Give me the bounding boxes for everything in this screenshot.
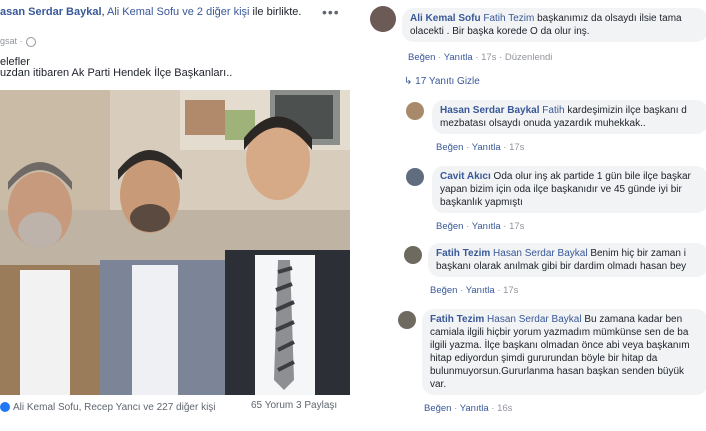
avatar[interactable] — [404, 246, 422, 264]
globe-icon — [25, 36, 36, 47]
reactions-summary[interactable]: Ali Kemal Sofu, Recep Yancı ve 227 diğer… — [0, 402, 216, 413]
comment-bubble: Fatih Tezim Hasan Serdar Baykal Bu zaman… — [422, 309, 706, 395]
comment-text-line-2: mezbatası olsaydı onuda yazardık muhekka… — [440, 118, 646, 129]
avatar[interactable] — [406, 168, 424, 186]
like-button[interactable]: Beğen — [408, 52, 435, 63]
reply-button[interactable]: Yanıtla — [472, 221, 501, 232]
comment-text-line-1: başkanımız da olsaydı ilsie tama — [537, 13, 682, 24]
comment-actions: Beğen · Yanıtla · 17s — [436, 142, 525, 153]
comment-actions: Beğen · Yanıtla · 17s — [436, 221, 525, 232]
comment-bubble: Hasan Serdar Baykal Fatih kardeşimizin i… — [432, 100, 706, 134]
comments-panel: Ali Kemal Sofu Fatih Tezim başkanımız da… — [362, 0, 706, 431]
comment-time[interactable]: 17s — [481, 52, 496, 63]
like-button[interactable]: Beğen — [424, 403, 451, 414]
comment-text-line-1: kardeşimizin ilçe başkanı d — [567, 105, 687, 116]
hide-replies-toggle[interactable]: ↳ 17 Yanıtı Gizle — [404, 76, 480, 87]
facebook-post: asan Serdar Baykal, Ali Kemal Sofu ve 2 … — [0, 0, 350, 431]
comment-text-line-2: olacekti . Bir başka korede O da olur in… — [410, 26, 590, 37]
edited-label: Düzenlendi — [504, 52, 553, 63]
photo-illustration — [0, 90, 350, 395]
shares-count-link[interactable]: 3 Paylaşı — [296, 400, 337, 411]
post-photo[interactable] — [0, 90, 350, 395]
tagged-people-link[interactable]: Ali Kemal Sofu ve 2 diğer kişi — [107, 6, 249, 18]
comment-text-line-2: başkanı olarak anılmak gibi bir dardim o… — [436, 261, 687, 272]
comment-actions: Beğen · Yanıtla · 17s · Düzenlendi — [408, 52, 553, 63]
comment-bubble: Ali Kemal Sofu Fatih Tezim başkanımız da… — [402, 8, 706, 42]
like-button[interactable]: Beğen — [436, 221, 463, 232]
avatar[interactable] — [398, 311, 416, 329]
post-meta: gsat · — [0, 36, 36, 47]
comment-bubble: Cavit Akıcı Oda olur inş ak partide 1 gü… — [432, 166, 706, 213]
post-counts: 65 Yorum 3 Paylaşı — [251, 400, 337, 411]
comment-time[interactable]: 17s — [509, 142, 524, 153]
comment-mention[interactable]: Hasan Serdar Baykal — [487, 314, 582, 325]
comment-mention[interactable]: Fatih — [542, 105, 564, 116]
post-footer: Ali Kemal Sofu, Recep Yancı ve 227 diğer… — [0, 398, 350, 431]
comment-time[interactable]: 17s — [503, 285, 518, 296]
reply-button[interactable]: Yanıtla — [444, 52, 473, 63]
post-text-line-2: uzdan itibaren Ak Parti Hendek İlçe Başk… — [0, 67, 233, 79]
comment-text-line-1: Bu zamana kadar ben — [584, 314, 683, 325]
post-time[interactable]: gsat · — [0, 36, 23, 46]
post-header: asan Serdar Baykal, Ali Kemal Sofu ve 2 … — [0, 6, 302, 18]
reply-button[interactable]: Yanıtla — [472, 142, 501, 153]
commenter-name[interactable]: Ali Kemal Sofu — [410, 13, 481, 24]
more-options-icon[interactable]: ••• — [322, 4, 340, 20]
comment-mention[interactable]: Fatih Tezim — [483, 13, 534, 24]
comment-actions: Beğen · Yanıtla · 16s — [424, 403, 513, 414]
comment-time[interactable]: 17s — [509, 221, 524, 232]
comment-text-line-6: var. — [430, 379, 447, 390]
like-button[interactable]: Beğen — [436, 142, 463, 153]
comment-text-line-5: bulunmuyorsun.Gururlanma hasan başkan se… — [430, 366, 685, 377]
comment-actions: Beğen · Yanıtla · 17s — [430, 285, 519, 296]
reply-arrow-icon: ↳ — [404, 76, 416, 87]
avatar[interactable] — [370, 6, 396, 32]
post-author-link[interactable]: asan Serdar Baykal — [0, 6, 102, 18]
avatar[interactable] — [406, 102, 424, 120]
comment-text-line-3: ilgili yazma. İlçe başkanı olmadan önce … — [430, 340, 690, 351]
comments-count-link[interactable]: 65 Yorum — [251, 400, 293, 411]
comment-mention[interactable]: Hasan Serdar Baykal — [493, 248, 588, 259]
comment-bubble: Fatih Tezim Hasan Serdar Baykal Benim hi… — [428, 243, 706, 277]
reply-button[interactable]: Yanıtla — [466, 285, 495, 296]
commenter-name[interactable]: Fatih Tezim — [430, 314, 484, 325]
like-reaction-icon — [0, 402, 10, 413]
with-text: ile birlikte. — [252, 6, 302, 18]
comment-text-line-1: Oda olur inş ak partide 1 gün bile ilçe … — [493, 171, 691, 182]
comment-text-line-2: camiala ilgili hiçbir yorum yazmadım müm… — [430, 327, 689, 338]
commenter-name[interactable]: Hasan Serdar Baykal — [440, 105, 540, 116]
commenter-name[interactable]: Fatih Tezim — [436, 248, 490, 259]
comment-text-line-3: başkanlık yapmıştı — [440, 197, 523, 208]
comment-text-line-1: Benim hiç bir zaman i — [590, 248, 686, 259]
like-button[interactable]: Beğen — [430, 285, 457, 296]
comment-text-line-2: yapan bizim için oda ilçe başkanıdır ve … — [440, 184, 682, 195]
comment-time[interactable]: 16s — [497, 403, 512, 414]
commenter-name[interactable]: Cavit Akıcı — [440, 171, 491, 182]
panel-gap — [350, 0, 362, 431]
comment-text-line-4: hitap ediyordun şimdi gururundan böyle b… — [430, 353, 658, 364]
reply-button[interactable]: Yanıtla — [460, 403, 489, 414]
